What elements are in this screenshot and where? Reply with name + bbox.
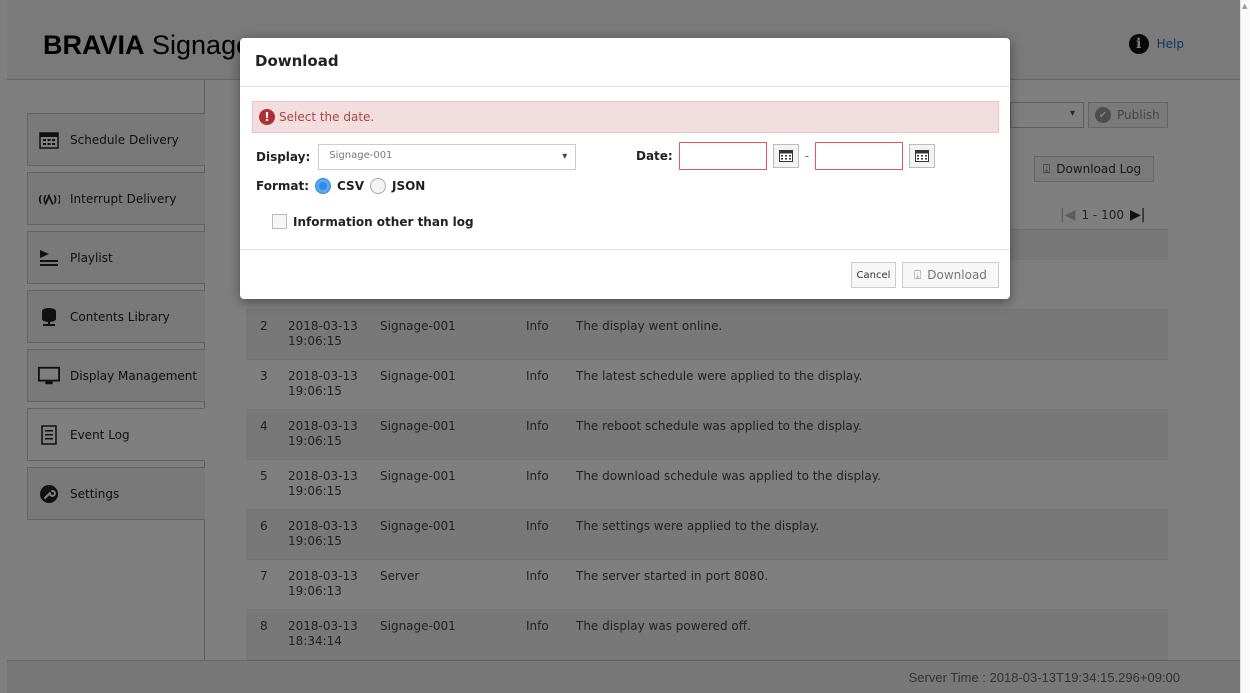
date-to-input[interactable]: [815, 142, 904, 170]
info-label[interactable]: Information other than log: [293, 215, 474, 229]
calendar-icon[interactable]: [772, 144, 799, 168]
display-select[interactable]: Signage-001 ▾: [318, 144, 577, 170]
format-label: Format:: [256, 179, 310, 193]
date-label: Date:: [636, 149, 673, 163]
format-csv-label[interactable]: CSV: [337, 179, 364, 193]
alert-message: Select the date.: [279, 110, 375, 124]
dialog-title: Download: [255, 52, 339, 70]
display-select-value: Signage-001: [329, 150, 393, 161]
scroll-up-icon[interactable]: ▲: [1242, 2, 1247, 10]
display-row: Display: Signage-001 ▾: [256, 144, 577, 170]
download-dialog: Download ! Select the date. Display: Sig…: [240, 38, 1010, 299]
divider: [240, 249, 1010, 250]
download-button[interactable]: ⍗ Download: [902, 262, 999, 288]
page-scrollbar[interactable]: ▲: [1240, 0, 1250, 693]
date-separator: -: [804, 149, 810, 163]
calendar-icon[interactable]: [909, 144, 936, 168]
format-row: Format: CSV JSON: [256, 178, 425, 194]
chevron-down-icon: ▾: [562, 151, 568, 162]
date-from-input[interactable]: [678, 142, 767, 170]
display-label: Display:: [256, 150, 311, 164]
format-csv-radio[interactable]: [315, 178, 332, 194]
info-checkbox[interactable]: [272, 214, 287, 229]
error-alert: ! Select the date.: [252, 101, 999, 133]
download-icon: ⍗: [914, 267, 922, 282]
cancel-button[interactable]: Cancel: [851, 262, 896, 288]
format-json-radio[interactable]: [369, 178, 386, 194]
info-row: Information other than log: [272, 214, 474, 229]
date-row: Date: -: [636, 142, 936, 170]
divider: [240, 86, 1010, 87]
format-json-label[interactable]: JSON: [392, 179, 425, 193]
error-icon: !: [259, 109, 275, 125]
download-label: Download: [927, 268, 987, 282]
